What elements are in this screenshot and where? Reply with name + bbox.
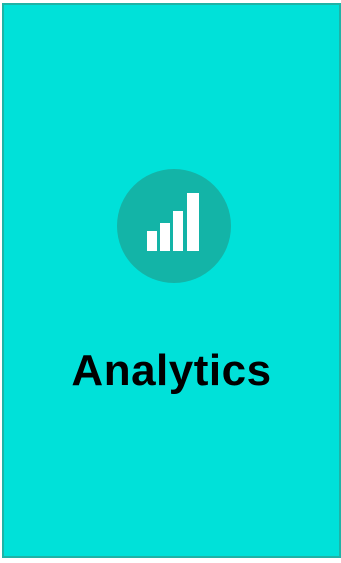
signal-bar-4: [187, 193, 199, 251]
bar-chart-signal-icon: [147, 193, 199, 251]
card-title: Analytics: [71, 346, 272, 395]
signal-bar-2: [160, 223, 170, 251]
analytics-card[interactable]: Analytics: [2, 3, 341, 558]
analytics-icon-badge: [117, 169, 231, 283]
signal-bar-1: [147, 231, 157, 251]
signal-bar-3: [173, 211, 183, 251]
